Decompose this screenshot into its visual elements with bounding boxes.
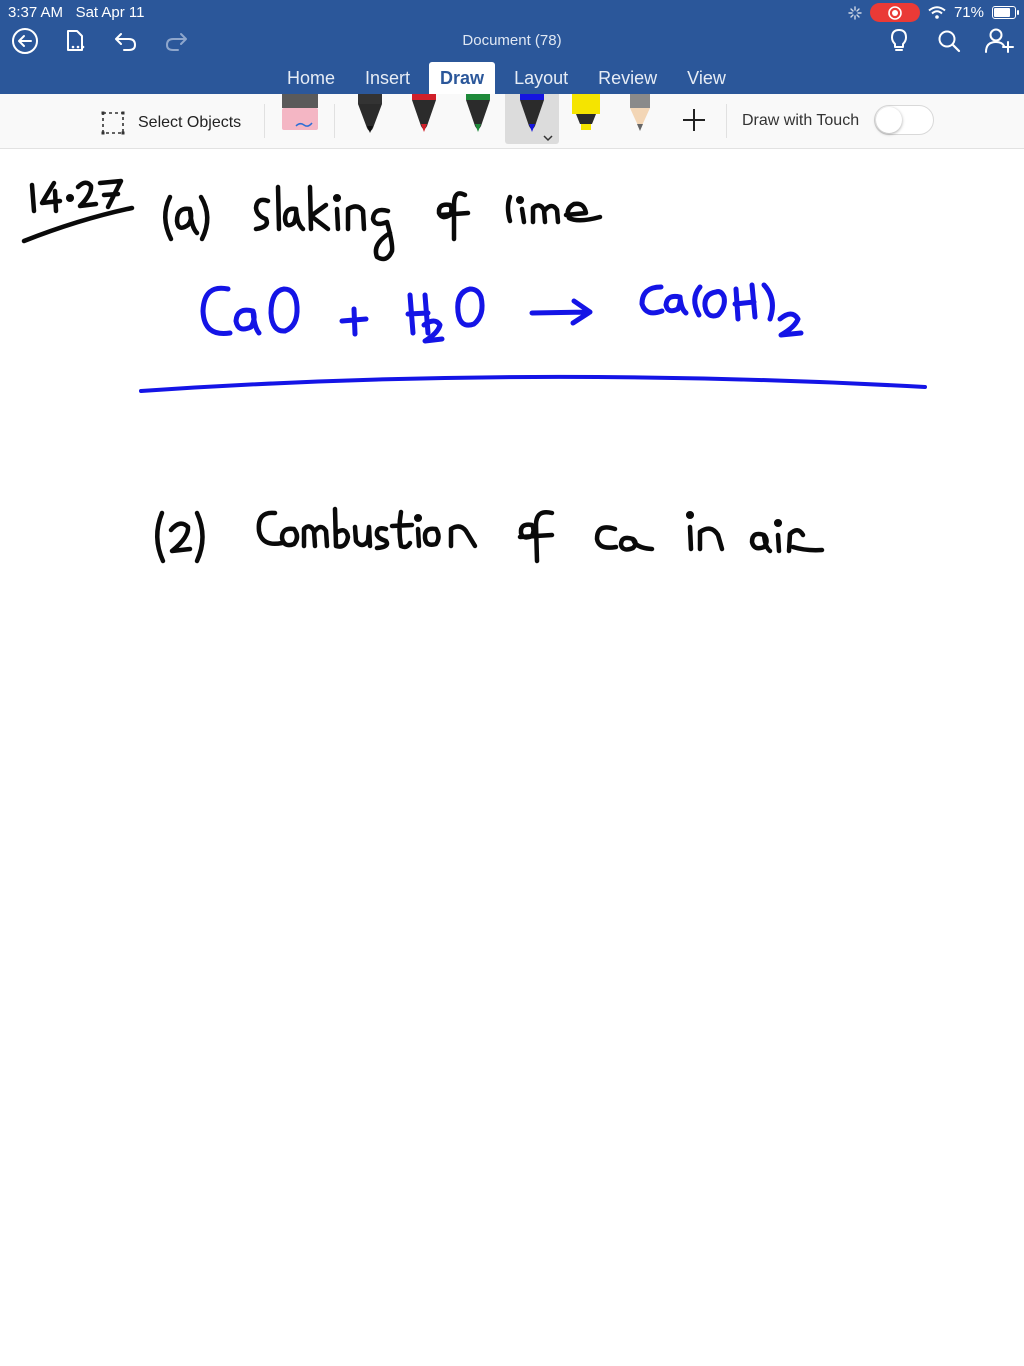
battery-level (994, 8, 1010, 17)
ribbon-tabs: Home Insert Draw Layout Review View (272, 62, 741, 94)
status-time-date: 3:37 AM Sat Apr 11 (8, 4, 145, 21)
tab-draw[interactable]: Draw (429, 62, 496, 94)
tab-layout[interactable]: Layout (499, 62, 583, 94)
ribbon-divider (334, 104, 335, 138)
record-icon (888, 5, 902, 20)
draw-ribbon: Select Objects Draw with Touch (0, 94, 1024, 149)
pen-red-tool[interactable] (402, 94, 446, 144)
plus-icon (683, 109, 705, 131)
ink-part-a (163, 184, 603, 262)
toggle-knob (876, 107, 902, 133)
pen-blue-icon (520, 94, 553, 142)
select-objects-icon (101, 111, 125, 135)
pen-green-icon (466, 94, 490, 132)
app-header: 3:37 AM Sat Apr 11 71% Document (78) Hom… (0, 0, 1024, 94)
tab-insert[interactable]: Insert (350, 62, 425, 94)
eraser-tool[interactable] (278, 94, 322, 144)
status-indicators: 71% (848, 3, 1019, 22)
tell-me-button[interactable] (884, 26, 914, 56)
battery-percent: 71% (953, 4, 984, 21)
search-button[interactable] (934, 26, 964, 56)
status-time: 3:37 AM (8, 4, 64, 21)
select-objects-label: Select Objects (138, 114, 242, 131)
highlighter-yellow-tool[interactable] (564, 94, 608, 144)
eraser-icon (282, 94, 318, 130)
add-person-icon (985, 28, 1014, 53)
status-date: Sat Apr 11 (75, 4, 145, 21)
draw-with-touch-toggle[interactable] (874, 105, 934, 135)
highlighter-icon (572, 94, 600, 130)
ribbon-divider (726, 104, 727, 138)
ink-part-2 (155, 506, 825, 564)
tab-home[interactable]: Home (272, 62, 350, 94)
search-icon (938, 30, 961, 53)
pencil-tool[interactable] (618, 94, 662, 144)
share-button[interactable] (984, 26, 1014, 56)
tab-view[interactable]: View (672, 62, 741, 94)
lightbulb-icon (891, 29, 907, 51)
activity-icon (848, 5, 862, 20)
ribbon-divider (264, 104, 265, 138)
battery-icon (992, 6, 1019, 19)
ink-problem-number (21, 178, 135, 244)
status-bar: 3:37 AM Sat Apr 11 71% (0, 0, 1024, 24)
select-objects-button[interactable]: Select Objects (100, 110, 241, 136)
screen-recording-indicator[interactable] (869, 3, 920, 22)
tab-review[interactable]: Review (583, 62, 672, 94)
ink-equation (200, 282, 804, 344)
pen-black-tool[interactable] (348, 94, 392, 144)
wifi-icon (928, 6, 946, 19)
ink-layer (21, 178, 927, 564)
pen-green-tool[interactable] (456, 94, 500, 144)
pen-red-icon (412, 94, 436, 132)
document-title: Document (78) (462, 32, 562, 49)
pen-blue-tool[interactable] (505, 94, 559, 144)
draw-with-touch-label: Draw with Touch (742, 112, 860, 129)
pen-black-icon (358, 94, 382, 133)
pencil-icon (630, 94, 650, 131)
ink-separator-line (139, 374, 927, 393)
document-canvas[interactable] (0, 149, 1024, 1366)
add-pen-button[interactable] (680, 106, 708, 134)
